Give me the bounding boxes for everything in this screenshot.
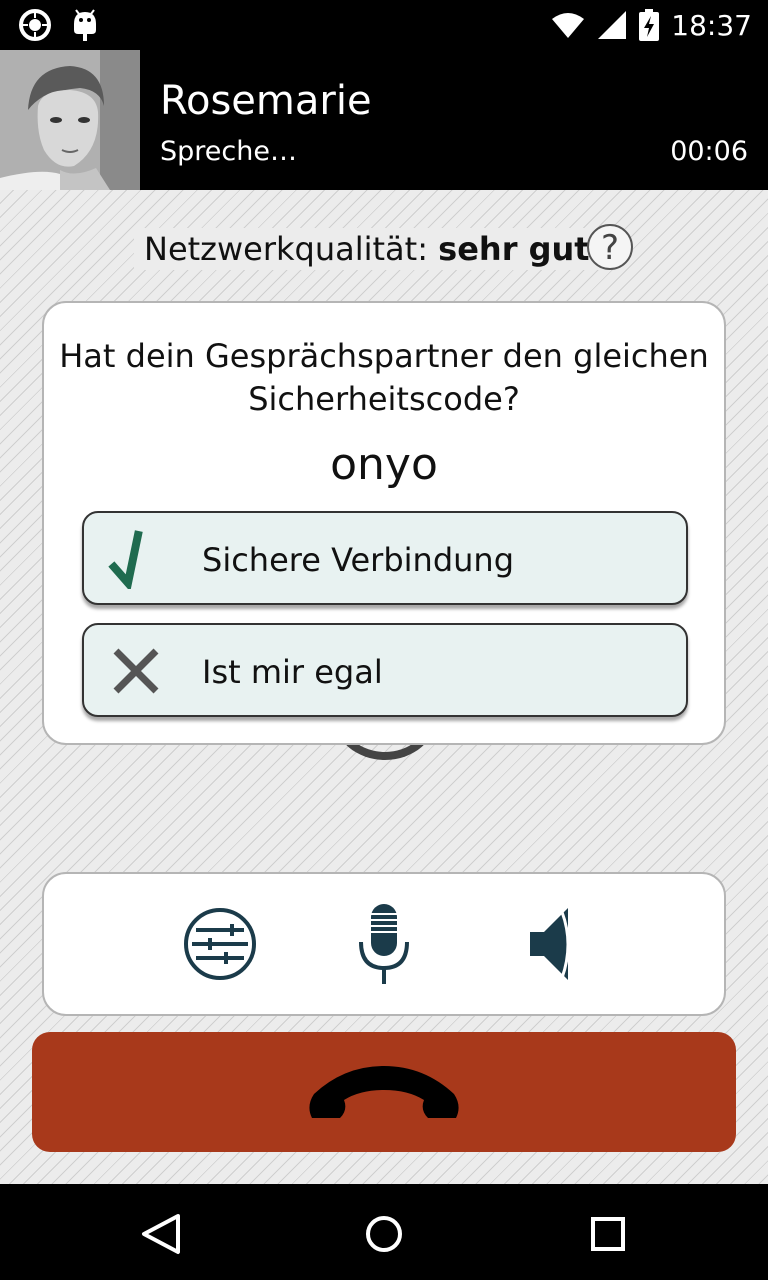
recents-icon[interactable]	[584, 1212, 632, 1256]
contact-name: Rosemarie	[160, 78, 372, 124]
secure-connection-label: Sichere Verbindung	[202, 541, 514, 579]
verification-dialog: Hat dein Gesprächspartner den gleichen S…	[42, 301, 726, 745]
call-status: Spreche…	[160, 136, 297, 167]
checkmark-icon	[108, 530, 143, 589]
call-timer: 00:06	[670, 136, 748, 167]
battery-charging-icon	[639, 9, 660, 41]
security-code: onyo	[330, 439, 438, 490]
microphone-icon[interactable]	[344, 902, 424, 986]
android-debug-icon	[74, 9, 96, 41]
call-controls-panel	[42, 872, 726, 1016]
contact-avatar	[0, 50, 140, 190]
wifi-icon	[552, 13, 585, 38]
call-header: Rosemarie Spreche… 00:06	[0, 50, 768, 190]
network-quality: Netzwerkqualität: sehr gut	[0, 220, 768, 276]
network-quality-help-button[interactable]: ?	[587, 224, 633, 270]
cyanogen-icon	[19, 9, 51, 41]
secure-connection-button[interactable]: Sichere Verbindung	[82, 511, 688, 605]
verification-question: Hat dein Gesprächspartner den gleichen S…	[59, 337, 709, 418]
back-icon[interactable]	[136, 1212, 184, 1256]
phone-hangup-icon	[309, 1066, 459, 1118]
x-icon	[113, 648, 159, 694]
status-bar-system: 18:37	[551, 6, 752, 44]
status-bar: 18:37	[0, 0, 768, 50]
call-screen: Netzwerkqualität: sehr gut ? Hat dein Ge…	[0, 190, 768, 1184]
navigation-bar	[0, 1184, 768, 1280]
equalizer-icon[interactable]	[180, 902, 260, 986]
home-icon[interactable]	[360, 1212, 408, 1256]
speaker-icon[interactable]	[510, 902, 590, 986]
dont-care-label: Ist mir egal	[202, 653, 383, 691]
dont-care-button[interactable]: Ist mir egal	[82, 623, 688, 717]
status-bar-clock: 18:37	[671, 8, 752, 42]
network-quality-text: Netzwerkqualität: sehr gut	[134, 228, 600, 270]
hangup-button[interactable]	[32, 1032, 736, 1152]
network-quality-label: Netzwerkqualität:	[144, 230, 428, 268]
network-quality-value: sehr gut	[438, 230, 590, 268]
status-bar-notifications	[18, 8, 100, 42]
cell-signal-icon	[598, 11, 627, 39]
